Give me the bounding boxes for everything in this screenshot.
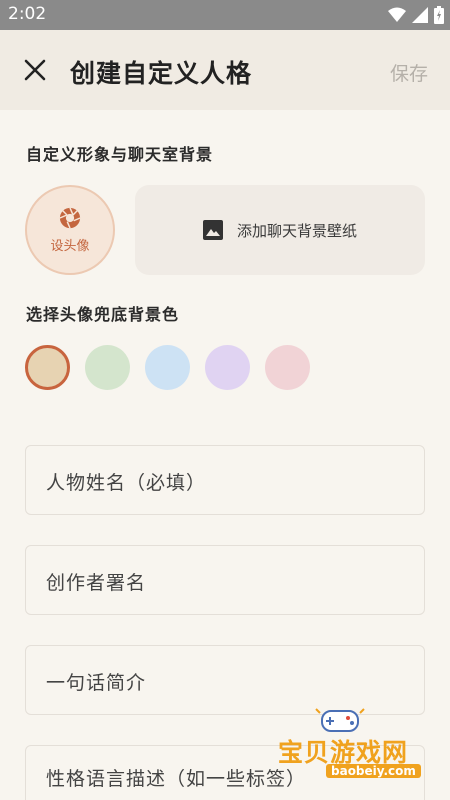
name-field[interactable]: 人物姓名（必填） (25, 445, 425, 515)
image-icon (202, 220, 223, 240)
add-wallpaper-button[interactable]: 添加聊天背景壁纸 (135, 185, 425, 275)
name-placeholder: 人物姓名（必填） (46, 472, 207, 494)
wifi-icon (388, 7, 406, 22)
status-time: 2:02 (8, 4, 47, 24)
author-placeholder: 创作者署名 (46, 572, 147, 594)
description-placeholder: 性格语言描述（如一些标签） (46, 768, 307, 790)
close-icon[interactable] (22, 57, 48, 83)
status-icons (388, 6, 444, 24)
color-swatch[interactable] (145, 345, 190, 390)
author-field[interactable]: 创作者署名 (25, 545, 425, 615)
battery-icon (434, 6, 444, 24)
status-bar: 2:02 (0, 0, 450, 30)
color-swatch[interactable] (265, 345, 310, 390)
save-button[interactable]: 保存 (390, 59, 428, 86)
signal-icon (412, 7, 428, 23)
set-avatar-label: 设头像 (50, 238, 90, 254)
watermark: 宝贝游戏网 baobeiy.com (270, 705, 421, 785)
intro-placeholder: 一句话简介 (46, 672, 147, 694)
page-title: 创建自定义人格 (70, 59, 253, 88)
gamepad-logo-icon (315, 708, 365, 732)
section-title-appearance: 自定义形象与聊天室背景 (26, 145, 214, 164)
color-swatch[interactable] (85, 345, 130, 390)
watermark-url: baobeiy.com (326, 764, 421, 778)
app-bar: 创建自定义人格 保存 (0, 30, 450, 110)
camera-aperture-icon (59, 207, 81, 228)
color-swatch[interactable] (25, 345, 70, 390)
section-title-avatar-bg: 选择头像兜底背景色 (26, 305, 180, 324)
color-swatch[interactable] (205, 345, 250, 390)
add-wallpaper-label: 添加聊天背景壁纸 (236, 221, 357, 240)
set-avatar-button[interactable]: 设头像 (25, 185, 115, 275)
